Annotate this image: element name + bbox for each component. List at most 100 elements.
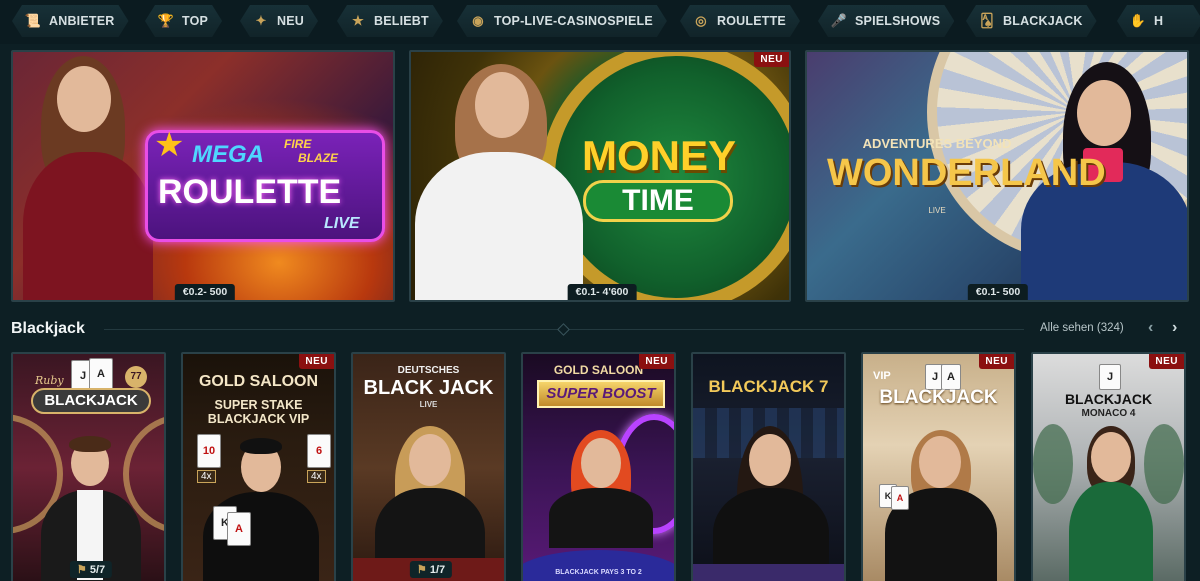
featured-game-adventures-beyond-wonderland[interactable]: ADVENTURES BEYOND WONDERLAND LIVE €0.1- … bbox=[805, 50, 1189, 302]
game-tile-ruby-blackjack[interactable]: J A 77 Ruby BLACKJACK ⚑ 5/7 bbox=[11, 352, 166, 581]
seat-count-badge: ⚑ 5/7 bbox=[69, 561, 113, 578]
game-tile-blackjack-monaco-4[interactable]: J BLACKJACK MONACO 4 NEU bbox=[1031, 352, 1186, 581]
new-badge: NEU bbox=[979, 354, 1014, 369]
logo-line-3: LIVE bbox=[928, 206, 946, 215]
nav-item-blackjack[interactable]: 🂡 BLACKJACK bbox=[966, 5, 1097, 37]
playing-card-icon: A bbox=[891, 486, 909, 510]
sparkle-icon: ✦ bbox=[255, 13, 267, 28]
logo-blaze: BLAZE bbox=[298, 151, 338, 165]
game-tile-vip-blackjack[interactable]: VIP J A BLACKJACK K A NEU bbox=[861, 352, 1016, 581]
logo-line-1: MEGA bbox=[192, 141, 264, 168]
nav-item-spielshows[interactable]: 🎤 SPIELSHOWS bbox=[818, 5, 954, 37]
tile-subtitle: Ruby bbox=[35, 374, 64, 387]
seat-count: 1/7 bbox=[429, 564, 446, 576]
logo-line-2: ROULETTE bbox=[158, 173, 342, 211]
tile-subtitle: GOLD SALOON bbox=[198, 373, 319, 390]
plant-decor bbox=[1144, 424, 1184, 504]
tile-title: SUPER BOOST bbox=[537, 380, 665, 408]
tile-subtitle: DEUTSCHES bbox=[397, 365, 460, 376]
seat-count-badge: ⚑ 1/7 bbox=[409, 561, 453, 578]
price-range: €0.1- 4'600 bbox=[567, 284, 637, 300]
dealer-hair bbox=[240, 438, 282, 454]
chevron-left-icon[interactable]: ‹ bbox=[1148, 319, 1153, 337]
tile-title: BLACKJACK bbox=[1064, 391, 1153, 407]
playing-card-icon: 10 bbox=[197, 434, 221, 468]
playing-card-icon: J bbox=[1099, 364, 1121, 390]
hand-icon: ✋ bbox=[1129, 13, 1147, 28]
microphone-icon: 🎤 bbox=[830, 13, 848, 28]
dealer-hair bbox=[69, 436, 111, 452]
game-tile-deutsches-black-jack[interactable]: DEUTSCHES BLACK JACK LIVE ⚑ 1/7 bbox=[351, 352, 506, 581]
nav-label: ROULETTE bbox=[717, 14, 786, 28]
nav-item-roulette[interactable]: ◎ ROULETTE bbox=[680, 5, 800, 37]
seat-icon: ⚑ bbox=[416, 564, 427, 576]
dealer-face bbox=[749, 434, 791, 486]
see-all-link[interactable]: Alle sehen (324) bbox=[1040, 322, 1124, 334]
logo-line-3: LIVE bbox=[324, 215, 360, 232]
nav-item-neu[interactable]: ✦ NEU bbox=[240, 5, 318, 37]
new-badge: NEU bbox=[639, 354, 674, 369]
game-tile-super-stake-blackjack-vip[interactable]: GOLD SALOON SUPER STAKE BLACKJACK VIP 10… bbox=[181, 352, 336, 581]
logo-line-2: WONDERLAND bbox=[827, 152, 1106, 194]
featured-game-mega-fire-blaze-roulette[interactable]: ★ MEGA FIRE BLAZE ROULETTE LIVE €0.2- 50… bbox=[11, 50, 395, 302]
multiplier-badge: 4x bbox=[307, 470, 326, 483]
tile-title: BLACKJACK bbox=[879, 387, 998, 408]
star-icon: ★ bbox=[352, 13, 364, 28]
new-badge: NEU bbox=[299, 354, 334, 369]
chip-icon: ◉ bbox=[472, 13, 484, 28]
game-tile-blackjack-7[interactable]: BLACKJACK 7 bbox=[691, 352, 846, 581]
dealer-face bbox=[409, 434, 451, 486]
nav-label: BELIEBT bbox=[374, 14, 429, 28]
dealer-face bbox=[1077, 80, 1131, 146]
dealer-dress bbox=[549, 488, 653, 548]
tile-title: BLACKJACK 7 bbox=[708, 377, 829, 396]
nav-label: NEU bbox=[277, 14, 304, 28]
nav-item-beliebt[interactable]: ★ BELIEBT bbox=[337, 5, 443, 37]
new-badge: NEU bbox=[1149, 354, 1184, 369]
tile-title: BLACKJACK bbox=[31, 388, 151, 414]
tile-subtitle: MONACO 4 bbox=[1081, 408, 1136, 419]
nav-item-anbieter[interactable]: 📜 ANBIETER bbox=[12, 5, 129, 37]
dealer-face bbox=[919, 436, 961, 488]
chevron-right-icon[interactable]: › bbox=[1172, 319, 1177, 337]
number-badge: 77 bbox=[125, 366, 147, 388]
nav-item-top[interactable]: 🏆 TOP bbox=[145, 5, 222, 37]
scroll-icon: 📜 bbox=[24, 13, 42, 28]
category-nav: 📜 ANBIETER 🏆 TOP ✦ NEU ★ BELIEBT ◉ TOP-L… bbox=[0, 0, 1200, 44]
table-text: BLACKJACK PAYS 3 TO 2 bbox=[555, 569, 642, 576]
multiplier-badge: 4x bbox=[197, 470, 216, 483]
dealer-face bbox=[1091, 432, 1131, 482]
nav-label: SPIELSHOWS bbox=[855, 14, 941, 28]
divider-diamond-icon bbox=[557, 323, 570, 336]
featured-game-money-time[interactable]: MONEY TIME NEU €0.1- 4'600 bbox=[409, 50, 791, 302]
roulette-icon: ◎ bbox=[695, 13, 707, 28]
dealer-face bbox=[581, 438, 621, 488]
nav-label: BLACKJACK bbox=[1003, 14, 1083, 28]
seat-icon: ⚑ bbox=[76, 564, 87, 576]
dealer-face bbox=[57, 66, 111, 132]
nav-item-more[interactable]: ✋ H bbox=[1117, 5, 1200, 37]
tile-tag: LIVE bbox=[419, 400, 438, 409]
dealer-jacket bbox=[415, 152, 583, 300]
playing-card-icon: A bbox=[89, 358, 113, 390]
seat-count: 5/7 bbox=[89, 564, 106, 576]
game-logo: ★ MEGA FIRE BLAZE ROULETTE LIVE bbox=[145, 126, 385, 242]
dealer-face bbox=[475, 72, 529, 138]
game-tile-super-boost[interactable]: GOLD SALOON SUPER BOOST BLACKJACK PAYS 3… bbox=[521, 352, 676, 581]
dealer-dress bbox=[23, 152, 153, 300]
dealer-dress bbox=[1069, 482, 1153, 581]
playing-card-icon: A bbox=[227, 512, 251, 546]
price-range: €0.2- 500 bbox=[174, 284, 236, 300]
section-title: Blackjack bbox=[11, 320, 85, 337]
logo-line-2: TIME bbox=[583, 180, 733, 222]
nav-item-top-live-casinospiele[interactable]: ◉ TOP-LIVE-CASINOSPIELE bbox=[457, 5, 667, 37]
tile-title: BLACK JACK bbox=[363, 377, 494, 399]
tile-subtitle: VIP bbox=[873, 370, 891, 382]
nav-label: H bbox=[1154, 14, 1164, 28]
star-icon: ★ bbox=[154, 126, 185, 164]
nav-label: TOP-LIVE-CASINOSPIELE bbox=[494, 14, 653, 28]
logo-line-1: MONEY bbox=[581, 132, 736, 179]
logo-fire: FIRE bbox=[284, 137, 312, 151]
tile-title: SUPER STAKE BLACKJACK VIP bbox=[207, 398, 310, 427]
new-badge: NEU bbox=[754, 52, 789, 67]
